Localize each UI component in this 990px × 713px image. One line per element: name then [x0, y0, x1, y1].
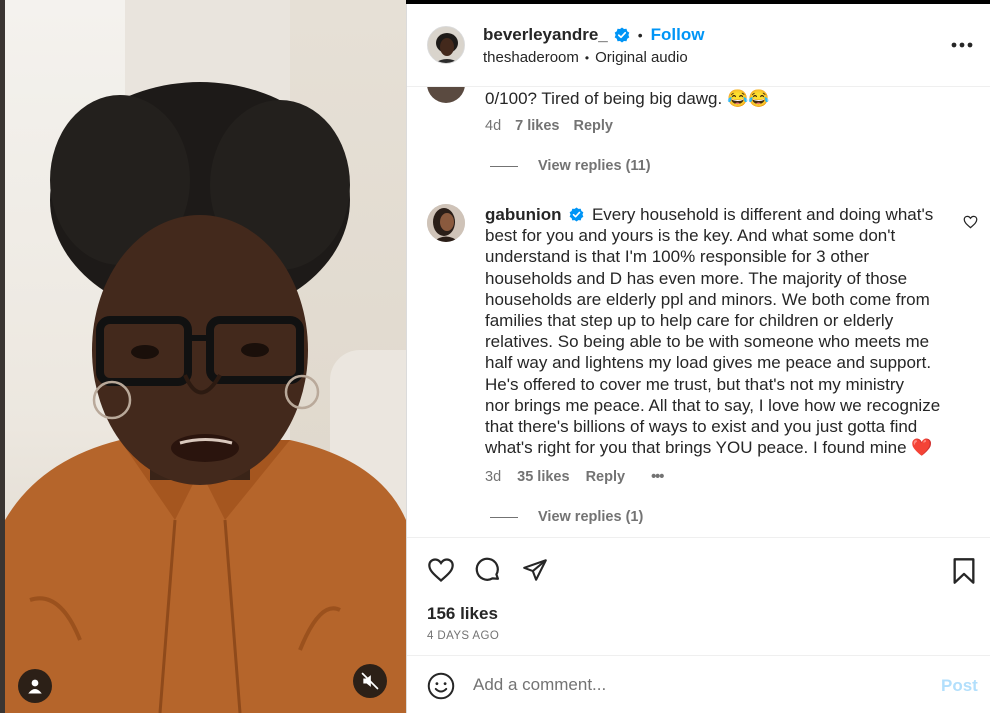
header-separator: •: [637, 27, 643, 43]
comment-time[interactable]: 3d: [485, 469, 501, 485]
commenter-avatar[interactable]: [427, 204, 465, 242]
bookmark-icon: [953, 558, 975, 584]
send-icon: [523, 559, 547, 581]
video-frame-person: [5, 82, 406, 713]
user-icon: [28, 679, 42, 694]
view-replies-button[interactable]: View replies (11): [490, 158, 651, 174]
post-header: beverleyandre_ • Follow theshaderoom • O…: [407, 4, 990, 87]
comment-line: understand is that I'm 100% responsible …: [485, 247, 870, 267]
verified-badge-icon: [569, 207, 584, 222]
author-avatar[interactable]: [427, 26, 465, 64]
commenter-avatar[interactable]: [427, 87, 465, 103]
comment-button[interactable]: [474, 556, 502, 589]
comment-input[interactable]: [473, 673, 913, 697]
mute-button[interactable]: [353, 664, 387, 698]
comment-line: that there's billions of ways to exist a…: [485, 417, 918, 437]
comments-list[interactable]: 0/100? Tired of being big dawg. 😂😂 4d 7 …: [407, 87, 990, 537]
follow-button[interactable]: Follow: [651, 25, 705, 45]
post-video[interactable]: [0, 0, 406, 713]
view-replies-button[interactable]: View replies (1): [490, 509, 643, 525]
like-button[interactable]: [427, 557, 455, 588]
subtitle-separator: •: [584, 50, 590, 65]
save-button[interactable]: [952, 557, 976, 590]
more-horizontal-icon: [951, 42, 973, 48]
heart-icon: [963, 215, 978, 229]
comment-line: households are elderly ppl and minors. W…: [485, 289, 930, 309]
post-comment-button[interactable]: Post: [941, 676, 978, 696]
author-username[interactable]: beverleyandre_: [483, 25, 608, 45]
post-date[interactable]: 4 DAYS AGO: [427, 630, 499, 642]
comment-reply-button[interactable]: Reply: [573, 118, 613, 134]
comment-line: He's offered to cover me trust, but that…: [485, 374, 905, 394]
post-likes-count[interactable]: 156 likes: [427, 604, 498, 624]
comment-line: nor brings me peace. All that to say, I …: [485, 395, 941, 415]
post-detail-panel: beverleyandre_ • Follow theshaderoom • O…: [406, 4, 990, 713]
heart-icon: [428, 558, 454, 582]
comment-likes[interactable]: 35 likes: [517, 469, 569, 485]
comment-body: gabunion Every household is different an…: [485, 204, 955, 458]
replies-line: [490, 516, 518, 518]
more-options-button[interactable]: [949, 34, 975, 56]
comment-line: families that step up to help care for c…: [485, 311, 894, 331]
volume-muted-icon: [361, 672, 379, 690]
comment-line: households and D has even more. The majo…: [485, 268, 908, 288]
view-replies-label: View replies (11): [538, 158, 651, 174]
avatar-image: [427, 204, 465, 242]
add-comment-bar: Post: [407, 655, 990, 713]
view-replies-label: View replies (1): [538, 509, 644, 525]
comment-text: 0/100? Tired of being big dawg. 😂😂: [485, 89, 770, 108]
emoji-icon: [427, 672, 455, 700]
comment-likes[interactable]: 7 likes: [515, 118, 559, 134]
comment-like-button[interactable]: [963, 215, 978, 234]
comment-options-button[interactable]: •••: [651, 469, 664, 485]
verified-badge-icon: [614, 27, 630, 43]
avatar-image: [428, 27, 464, 63]
comment-icon: [475, 557, 500, 581]
commenter-username[interactable]: gabunion: [485, 205, 561, 224]
emoji-button[interactable]: [427, 672, 455, 705]
comment-line: half way and lightens my load gives me p…: [485, 353, 932, 373]
original-audio-link[interactable]: Original audio: [595, 49, 688, 66]
comment-line: Every household is different and doing w…: [591, 205, 934, 224]
tagged-users-button[interactable]: [18, 669, 52, 703]
comment-line: relatives. So being able to be with some…: [485, 332, 930, 352]
post-actions: 156 likes 4 DAYS AGO: [407, 537, 990, 655]
comment-line: what's right for you that brings YOU pea…: [485, 438, 933, 458]
share-button[interactable]: [521, 557, 549, 588]
comment-reply-button[interactable]: Reply: [586, 469, 626, 485]
comment-line: best for you and yours is the key. And w…: [485, 226, 896, 246]
header-account-link[interactable]: theshaderoom: [483, 49, 579, 66]
replies-line: [490, 165, 518, 167]
comment-time[interactable]: 4d: [485, 118, 501, 134]
